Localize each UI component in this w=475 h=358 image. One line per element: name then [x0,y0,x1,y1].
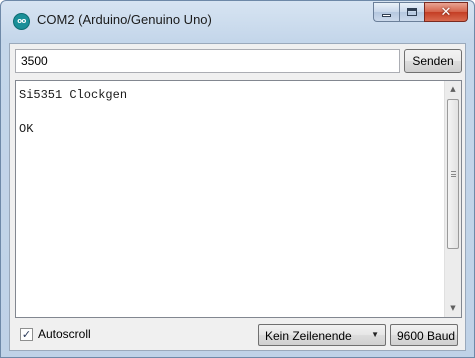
maximize-icon [407,8,417,16]
vertical-scrollbar[interactable]: ▲ ▼ [444,81,461,317]
grip-icon [451,171,456,177]
client-area: 3500 Senden Si5351 Clockgen OK ▲ ▼ ✓ Auto… [9,43,466,351]
serial-output-area[interactable]: Si5351 Clockgen OK ▲ ▼ [15,80,462,318]
maximize-button[interactable] [399,2,424,22]
window-title: COM2 (Arduino/Genuino Uno) [37,12,212,27]
bottom-bar: ✓ Autoscroll Kein Zeilenende ▼ 9600 Baud [10,320,465,350]
serial-input-field[interactable]: 3500 [15,49,400,73]
line-ending-select[interactable]: Kein Zeilenende ▼ [258,324,386,346]
title-bar[interactable]: oo COM2 (Arduino/Genuino Uno) ✕ [1,1,474,43]
output-text: Si5351 Clockgen OK [19,87,127,138]
close-icon: ✕ [440,4,452,20]
close-button[interactable]: ✕ [424,2,468,22]
scroll-down-arrow-icon[interactable]: ▼ [445,300,461,317]
chevron-down-icon: ▼ [371,330,379,339]
line-ending-value: Kein Zeilenende [265,329,352,343]
output-line: OK [19,122,34,136]
output-line: Si5351 Clockgen [19,88,128,102]
scroll-up-arrow-icon[interactable]: ▲ [445,81,461,98]
minimize-icon [382,13,391,17]
autoscroll-checkbox[interactable]: ✓ [20,328,33,341]
baud-rate-select[interactable]: 9600 Baud [390,324,458,346]
baud-rate-value: 9600 Baud [397,329,456,343]
minimize-button[interactable] [373,2,399,22]
arduino-app-icon: oo [13,13,30,30]
serial-monitor-window: oo COM2 (Arduino/Genuino Uno) ✕ 3500 Sen… [0,0,475,358]
autoscroll-label: Autoscroll [38,327,91,341]
scroll-thumb[interactable] [447,99,459,249]
send-button[interactable]: Senden [404,49,462,73]
window-controls: ✕ [373,2,468,22]
